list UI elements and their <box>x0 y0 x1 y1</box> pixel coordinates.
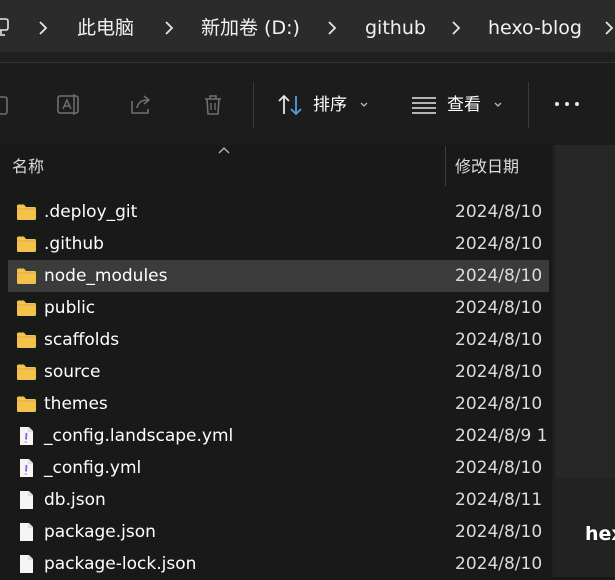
column-header-date-modified[interactable]: 修改日期 <box>455 156 519 178</box>
more-options-icon[interactable] <box>554 100 580 110</box>
file-row[interactable]: themes 2024/8/10 <box>8 388 549 420</box>
file-date-modified: 2024/8/10 <box>455 394 543 414</box>
breadcrumb-github[interactable]: github <box>365 15 426 41</box>
column-header-name[interactable]: 名称 <box>12 156 44 178</box>
file-name: themes <box>44 394 108 414</box>
file-row[interactable]: _config.landscape.yml 2024/8/9 1 <box>8 420 549 452</box>
chevron-down-icon[interactable] <box>494 102 502 108</box>
file-row[interactable]: node_modules 2024/8/10 <box>8 260 549 292</box>
file-date-modified: 2024/8/10 <box>455 458 543 478</box>
yml-file-icon <box>20 459 33 477</box>
yml-file-icon <box>20 427 33 445</box>
chevron-right-icon[interactable] <box>450 21 462 35</box>
column-divider[interactable] <box>445 146 446 186</box>
file-name: public <box>44 298 96 318</box>
file-icon <box>20 523 33 541</box>
chevron-right-icon[interactable] <box>603 21 615 35</box>
file-row[interactable]: package-lock.json 2024/8/10 <box>8 548 549 580</box>
file-date-modified: 2024/8/11 <box>455 490 543 510</box>
file-date-modified: 2024/8/10 <box>455 522 543 542</box>
rename-icon[interactable] <box>56 93 82 117</box>
computer-icon[interactable] <box>0 18 10 38</box>
file-date-modified: 2024/8/10 <box>455 362 543 382</box>
chevron-right-icon[interactable] <box>163 21 175 35</box>
folder-icon <box>17 236 36 252</box>
file-name: db.json <box>44 490 106 510</box>
sort-button[interactable]: 排序 <box>313 93 347 117</box>
file-date-modified: 2024/8/10 <box>455 266 543 286</box>
file-row[interactable]: _config.yml 2024/8/10 <box>8 452 549 484</box>
file-name: .github <box>44 234 104 254</box>
delete-icon[interactable] <box>201 93 225 117</box>
share-icon[interactable] <box>129 93 155 117</box>
file-row[interactable]: db.json 2024/8/11 <box>8 484 549 516</box>
paste-icon[interactable] <box>0 94 10 116</box>
file-icon <box>20 491 33 509</box>
preview-pane-body <box>555 145 615 478</box>
chevron-right-icon[interactable] <box>37 21 49 35</box>
toolbar-divider <box>528 82 529 128</box>
file-name: node_modules <box>44 266 168 286</box>
file-date-modified: 2024/8/10 <box>455 202 543 222</box>
file-date-modified: 2024/8/10 <box>455 234 543 254</box>
file-date-modified: 2024/8/10 <box>455 330 543 350</box>
toolbar-divider <box>253 82 254 128</box>
file-name: _config.yml <box>44 458 142 478</box>
file-row[interactable]: package.json 2024/8/10 <box>8 516 549 548</box>
folder-icon <box>17 268 36 284</box>
chevron-right-icon[interactable] <box>326 21 338 35</box>
sort-ascending-icon <box>218 147 230 154</box>
file-name: package.json <box>44 522 156 542</box>
file-name: _config.landscape.yml <box>44 426 234 446</box>
folder-icon <box>17 396 36 412</box>
file-icon <box>20 555 33 573</box>
folder-icon <box>17 332 36 348</box>
view-icon[interactable] <box>411 95 437 115</box>
view-button[interactable]: 查看 <box>447 93 481 117</box>
command-bar <box>0 63 615 145</box>
breadcrumb-this-pc[interactable]: 此电脑 <box>77 15 134 41</box>
breadcrumb-hexo-blog[interactable]: hexo-blog <box>488 15 582 41</box>
file-row[interactable]: .github 2024/8/10 <box>8 228 549 260</box>
folder-icon <box>17 204 36 220</box>
folder-icon <box>17 300 36 316</box>
file-row[interactable]: .deploy_git 2024/8/10 <box>8 196 549 228</box>
sort-icon[interactable] <box>277 93 305 117</box>
file-date-modified: 2024/8/10 <box>455 554 543 574</box>
folder-icon <box>17 364 36 380</box>
chevron-down-icon[interactable] <box>360 102 368 108</box>
file-name: package-lock.json <box>44 554 197 574</box>
file-name: .deploy_git <box>44 202 138 222</box>
file-date-modified: 2024/8/9 1 <box>455 426 548 446</box>
file-name: scaffolds <box>44 330 120 350</box>
file-row[interactable]: scaffolds 2024/8/10 <box>8 324 549 356</box>
file-name: source <box>44 362 101 382</box>
file-row[interactable]: public 2024/8/10 <box>8 292 549 324</box>
file-row[interactable]: source 2024/8/10 <box>8 356 549 388</box>
preview-title: hex <box>585 523 615 545</box>
breadcrumb-drive-d[interactable]: 新加卷 (D:) <box>201 15 300 41</box>
file-date-modified: 2024/8/10 <box>455 298 543 318</box>
